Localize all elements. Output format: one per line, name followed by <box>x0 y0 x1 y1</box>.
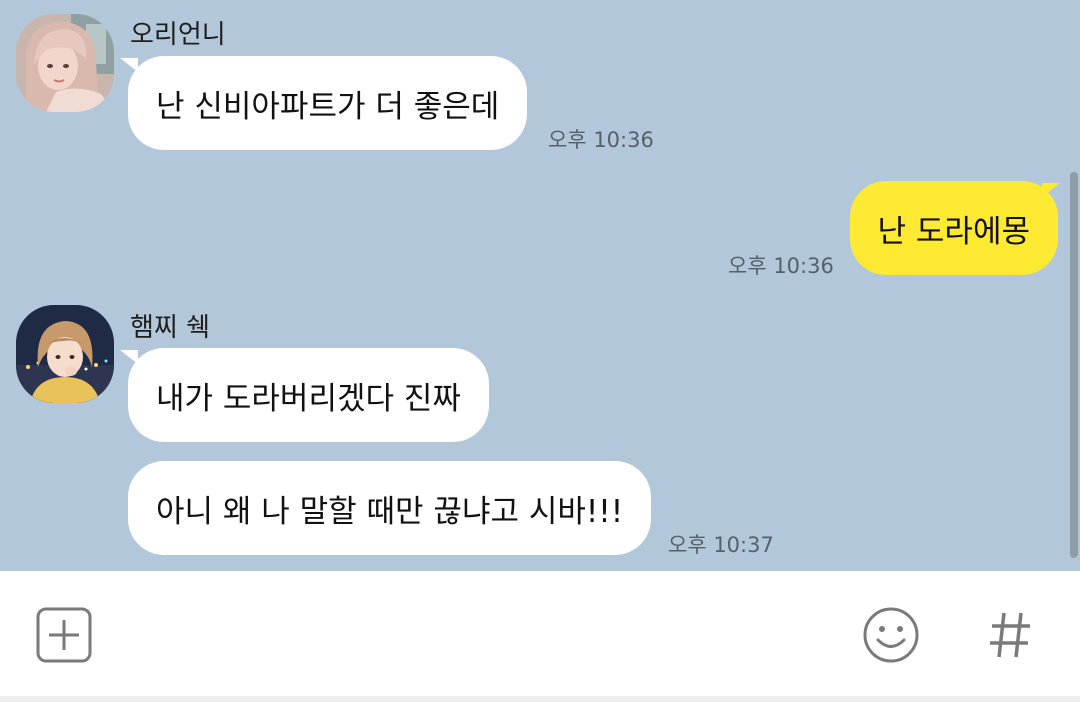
message-text: 내가 도라버리겠다 진짜 <box>156 380 461 417</box>
message-text: 아니 왜 나 말할 때만 끊냐고 시바!!! <box>156 493 624 530</box>
my-message-bubble[interactable]: 난 도라에몽 <box>849 181 1058 275</box>
hash-icon[interactable] <box>984 607 1036 663</box>
chat-area[interactable]: 오리언니 난 신비아파트가 더 좋은데 오후 10:36 오후 10:36 난 … <box>0 0 1080 571</box>
message-text: 난 신비아파트가 더 좋은데 <box>156 88 500 125</box>
sender-name: 오리언니 <box>130 20 226 50</box>
message-bubble[interactable]: 아니 왜 나 말할 때만 끊냐고 시바!!! <box>128 461 652 555</box>
message-bubble[interactable]: 내가 도라버리겠다 진짜 <box>128 348 489 442</box>
smiley-icon[interactable] <box>860 604 922 666</box>
input-bar <box>0 571 1080 702</box>
bubble-tail <box>1042 183 1060 197</box>
avatar-sender-1[interactable] <box>16 14 114 112</box>
message-time: 오후 10:37 <box>668 533 774 557</box>
plus-box-icon[interactable] <box>34 605 94 665</box>
avatar-sender-2[interactable] <box>16 305 114 403</box>
message-time: 오후 10:36 <box>728 254 834 278</box>
scrollbar[interactable] <box>1070 172 1078 558</box>
message-time: 오후 10:36 <box>548 128 654 152</box>
message-text: 난 도라에몽 <box>877 213 1030 250</box>
sender-name: 햄찌 쉑 <box>130 313 211 343</box>
message-bubble[interactable]: 난 신비아파트가 더 좋은데 <box>128 56 528 150</box>
bottom-divider <box>0 696 1080 702</box>
